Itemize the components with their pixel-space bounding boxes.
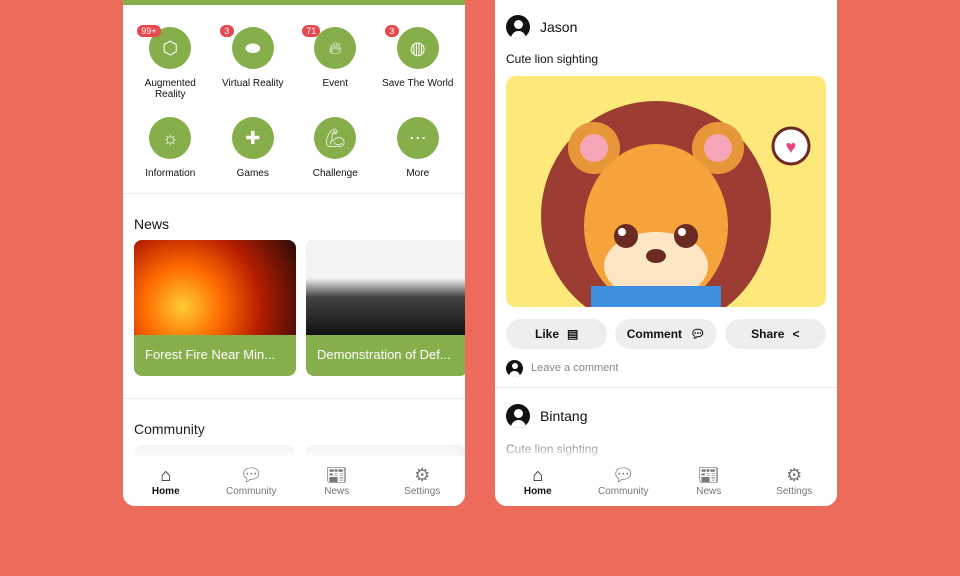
- badge: 71: [302, 25, 321, 37]
- lightbulb-icon: ☼: [162, 127, 179, 148]
- comment-input[interactable]: Leave a comment: [506, 349, 826, 387]
- ar-cube-icon: ⬡: [162, 37, 179, 58]
- home-screen: ⬡ 99+ Augmented Reality ⬬ 3 Virtual Reality …: [123, 0, 465, 506]
- avatar: [506, 404, 530, 428]
- news-card[interactable]: Demonstration of Def...: [306, 240, 465, 376]
- svg-text:♥: ♥: [786, 137, 797, 157]
- comment-label: Comment: [626, 327, 683, 341]
- username: Jason: [540, 19, 578, 35]
- newspaper-icon: 📰︎: [325, 465, 349, 485]
- share-label: Share: [751, 327, 785, 341]
- comment-icon: 💬︎: [690, 327, 706, 341]
- post-caption: Cute lion sighting: [506, 442, 599, 456]
- chat-icon: 💬︎: [239, 465, 263, 485]
- gear-icon: ⚙: [786, 465, 803, 485]
- nav-label: Community: [597, 486, 649, 497]
- nav-label: Settings: [404, 486, 441, 497]
- nav-news[interactable]: 📰︎ News: [666, 456, 752, 506]
- nav-settings[interactable]: ⚙ Settings: [380, 456, 466, 506]
- nav-home[interactable]: ⌂ Home: [495, 456, 581, 506]
- category-label: Games: [236, 168, 269, 179]
- post: Jason Cute lion sighting ♥ Like ▤ Comment…: [495, 0, 837, 388]
- category-label: Challenge: [312, 168, 358, 179]
- category-more[interactable]: ⋯ More: [377, 117, 460, 199]
- category-games[interactable]: ✚ Games: [212, 117, 295, 199]
- divider: [123, 398, 465, 399]
- share-icon: <: [792, 327, 800, 341]
- nav-community[interactable]: 💬︎ Community: [209, 456, 295, 506]
- category-label: Augmented Reality: [144, 78, 196, 100]
- category-label: Information: [145, 168, 196, 179]
- category-information[interactable]: ☼ Information: [129, 117, 212, 199]
- news-image: [306, 240, 465, 335]
- home-icon: ⌂: [160, 465, 172, 485]
- category-save-the-world[interactable]: ◍ 3 Save The World: [377, 25, 460, 109]
- more-icon: ⋯: [408, 127, 427, 148]
- campfire-icon: 🔥︎: [328, 37, 342, 58]
- category-label: More: [406, 168, 430, 179]
- avatar: [506, 15, 530, 39]
- category-challenge[interactable]: 💪︎ Challenge: [294, 117, 377, 199]
- news-image: [134, 240, 296, 335]
- home-icon: ⌂: [532, 465, 544, 485]
- bottom-nav: ⌂ Home 💬︎ Community 📰︎ News ⚙ Settings: [123, 456, 465, 506]
- post-actions: Like ▤ Comment 💬︎ Share <: [506, 319, 826, 349]
- like-label: Like: [534, 327, 559, 341]
- chat-icon: 💬︎: [611, 465, 635, 485]
- bottom-nav: ⌂ Home 💬︎ Community 📰︎ News ⚙ Settings: [495, 456, 837, 506]
- gear-icon: ⚙: [414, 465, 431, 485]
- category-virtual-reality[interactable]: ⬬ 3 Virtual Reality: [212, 25, 295, 109]
- like-icon: ▤: [567, 327, 579, 341]
- nav-label: News: [324, 486, 350, 497]
- news-list: Forest Fire Near Min... Demonstration of…: [123, 240, 465, 376]
- news-card[interactable]: Forest Fire Near Min...: [134, 240, 296, 376]
- category-grid: ⬡ 99+ Augmented Reality ⬬ 3 Virtual Reality …: [123, 5, 465, 199]
- post-caption: Cute lion sighting: [506, 52, 599, 66]
- nav-community[interactable]: 💬︎ Community: [581, 456, 667, 506]
- community-heading: Community: [134, 421, 205, 437]
- nav-label: Home: [523, 486, 552, 497]
- avatar: [506, 359, 523, 377]
- comment-button[interactable]: Comment 💬︎: [615, 319, 717, 349]
- like-button[interactable]: Like ▤: [506, 319, 608, 349]
- muscle-icon: 💪︎: [323, 127, 347, 148]
- badge: 3: [219, 25, 234, 37]
- category-augmented-reality[interactable]: ⬡ 99+ Augmented Reality: [129, 25, 212, 109]
- news-heading: News: [134, 216, 170, 232]
- nav-settings[interactable]: ⚙ Settings: [752, 456, 838, 506]
- username: Bintang: [540, 408, 588, 424]
- newspaper-icon: 📰︎: [697, 465, 721, 485]
- nav-label: News: [696, 486, 722, 497]
- post: Bintang Cute lion sighting: [495, 388, 837, 456]
- post-author[interactable]: Bintang: [506, 388, 826, 444]
- share-button[interactable]: Share <: [724, 319, 826, 349]
- globe-icon: ◍: [409, 37, 426, 58]
- nav-news[interactable]: 📰︎ News: [294, 456, 380, 506]
- category-label: Virtual Reality: [221, 78, 284, 89]
- post-author[interactable]: Jason: [506, 0, 826, 54]
- vr-headset-icon: ⬬: [245, 37, 261, 58]
- feed-screen: Jason Cute lion sighting ♥ Like ▤ Comment…: [495, 0, 837, 506]
- nav-home[interactable]: ⌂ Home: [123, 456, 209, 506]
- nav-label: Home: [151, 486, 180, 497]
- badge: 99+: [137, 25, 161, 37]
- news-title: Demonstration of Def...: [317, 347, 451, 362]
- category-event[interactable]: 🔥︎ 71 Event: [294, 25, 377, 109]
- nav-label: Community: [225, 486, 277, 497]
- news-title: Forest Fire Near Min...: [145, 347, 276, 362]
- comment-placeholder: Leave a comment: [531, 362, 619, 374]
- category-label: Save The World: [382, 78, 454, 89]
- badge: 3: [384, 25, 399, 37]
- post-image[interactable]: ♥: [506, 76, 826, 307]
- nav-label: Settings: [776, 486, 813, 497]
- gamepad-icon: ✚: [245, 127, 261, 148]
- category-label: Event: [322, 78, 349, 89]
